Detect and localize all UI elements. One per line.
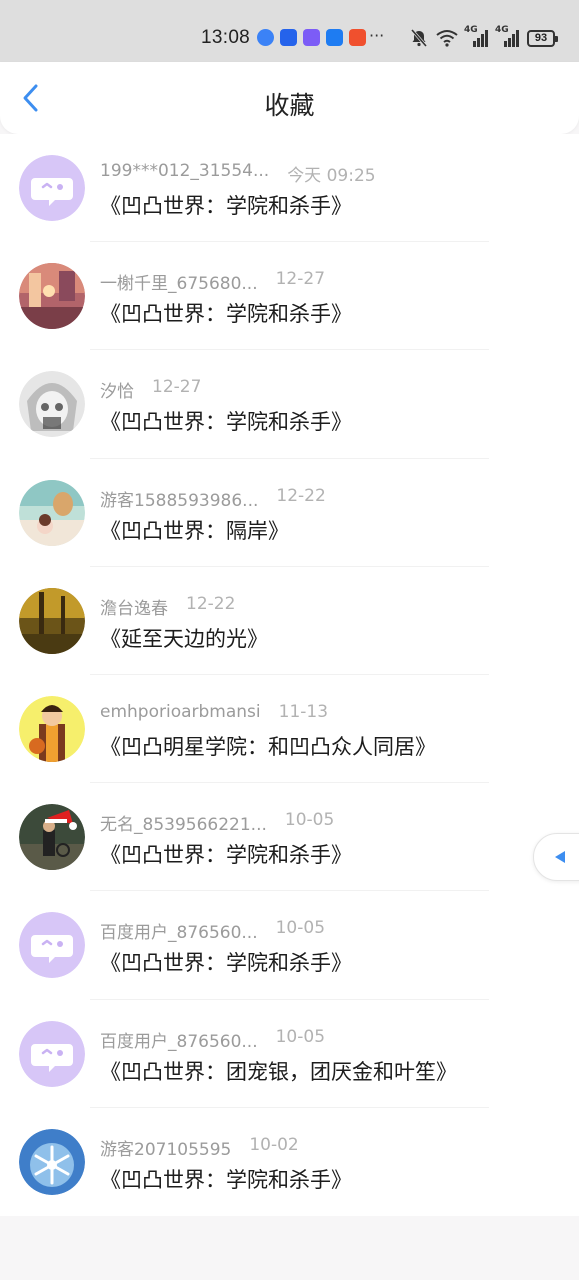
item-meta: 汐恰 12-27 bbox=[100, 377, 201, 402]
item-meta: 百度用户_876560... 10-05 bbox=[100, 918, 325, 943]
book-title: 《凹凸世界：学院和杀手》 bbox=[100, 843, 352, 868]
book-title: 《凹凸世界：团宠银，团厌金和叶笙》 bbox=[100, 1059, 457, 1084]
item-time: 11-13 bbox=[278, 701, 329, 722]
user-avatar bbox=[19, 371, 85, 438]
list-item[interactable]: 澹台逸春 12-22 《延至天边的光》 bbox=[0, 567, 579, 675]
wifi-icon bbox=[436, 30, 458, 47]
book-title: 《凹凸世界：学院和杀手》 bbox=[100, 1167, 352, 1192]
user-name: 汐恰 bbox=[100, 382, 134, 403]
book-title: 《凹凸世界：隔岸》 bbox=[100, 518, 289, 543]
list-item[interactable]: 游客1588593986... 12-22 《凹凸世界：隔岸》 bbox=[0, 459, 579, 567]
system-icons: 4G 4G 93 bbox=[409, 25, 558, 49]
user-name: 游客207105595 bbox=[100, 1139, 232, 1160]
user-name: 一榭千里_675680... bbox=[100, 274, 258, 295]
item-meta: 199***012_31554... 今天 09:25 bbox=[100, 161, 376, 186]
status-bar: 13:08 ··· 4G 4G 93 bbox=[0, 0, 579, 62]
bottom-area bbox=[0, 1216, 579, 1280]
item-meta: 澹台逸春 12-22 bbox=[100, 594, 235, 619]
mute-bell-icon bbox=[410, 29, 428, 47]
status-time: 13:08 bbox=[201, 27, 251, 48]
item-meta: 无名_8539566221... 10-05 bbox=[100, 810, 334, 835]
notification-icons bbox=[257, 29, 366, 46]
network-type-label: 4G bbox=[495, 25, 509, 35]
book-title: 《凹凸明星学院：和凹凸众人同居》 bbox=[100, 734, 436, 759]
item-time: 10-05 bbox=[275, 1026, 326, 1047]
user-name: emhporioarbmansi bbox=[100, 701, 261, 722]
user-name: 199***012_31554... bbox=[100, 161, 270, 181]
user-name: 无名_8539566221... bbox=[100, 815, 267, 836]
book-title: 《延至天边的光》 bbox=[100, 626, 268, 651]
item-time: 今天 09:25 bbox=[287, 166, 376, 186]
user-avatar bbox=[19, 804, 85, 871]
user-name: 游客1588593986... bbox=[100, 490, 259, 511]
user-name: 百度用户_876560... bbox=[100, 1031, 258, 1052]
list-item[interactable]: 百度用户_876560... 10-05 《凹凸世界：学院和杀手》 bbox=[0, 891, 579, 1000]
user-avatar bbox=[19, 1128, 85, 1195]
more-notifications-icon: ··· bbox=[369, 26, 385, 45]
app-notification-icon bbox=[257, 29, 274, 46]
item-meta: 百度用户_876560... 10-05 bbox=[100, 1027, 325, 1052]
book-title: 《凹凸世界：学院和杀手》 bbox=[100, 194, 352, 218]
item-meta: emhporioarbmansi 11-13 bbox=[100, 702, 328, 722]
list-item[interactable]: 199***012_31554... 今天 09:25 《凹凸世界：学院和杀手》 bbox=[0, 134, 579, 243]
battery-icon: 93 bbox=[527, 29, 558, 47]
list-item[interactable]: 无名_8539566221... 10-05 《凹凸世界：学院和杀手》 bbox=[0, 783, 579, 892]
user-name: 澹台逸春 bbox=[100, 598, 168, 619]
item-time: 10-05 bbox=[284, 810, 335, 831]
page-title: 收藏 bbox=[264, 91, 315, 120]
signal-group: 4G bbox=[495, 25, 520, 47]
list-item[interactable]: 百度用户_876560... 10-05 《凹凸世界：团宠银，团厌金和叶笙》 bbox=[0, 1000, 579, 1108]
bubble-face-icon bbox=[19, 1020, 85, 1087]
bubble-face-icon bbox=[19, 912, 85, 979]
book-title: 《凹凸世界：学院和杀手》 bbox=[100, 410, 352, 435]
item-time: 10-05 bbox=[275, 918, 326, 939]
app-notification-icon bbox=[303, 29, 320, 46]
bubble-face-icon bbox=[19, 155, 85, 221]
user-avatar bbox=[19, 263, 85, 330]
user-name: 百度用户_876560... bbox=[100, 923, 258, 944]
user-avatar bbox=[19, 587, 85, 654]
book-title: 《凹凸世界：学院和杀手》 bbox=[100, 302, 352, 327]
app-notification-icon bbox=[349, 29, 366, 46]
item-time: 12-27 bbox=[152, 377, 202, 398]
app-notification-icon bbox=[326, 29, 343, 46]
item-time: 12-22 bbox=[276, 485, 326, 506]
signal-group: 4G bbox=[464, 25, 489, 47]
item-time: 12-27 bbox=[275, 269, 326, 290]
item-meta: 游客207105595 10-02 bbox=[100, 1135, 299, 1160]
list-item[interactable]: emhporioarbmansi 11-13 《凹凸明星学院：和凹凸众人同居》 bbox=[0, 675, 579, 784]
list-item[interactable]: 汐恰 12-27 《凹凸世界：学院和杀手》 bbox=[0, 350, 579, 459]
floating-side-button[interactable] bbox=[533, 833, 579, 881]
favorites-list: 199***012_31554... 今天 09:25 《凹凸世界：学院和杀手》… bbox=[0, 134, 579, 1216]
list-item[interactable]: 一榭千里_675680... 12-27 《凹凸世界：学院和杀手》 bbox=[0, 242, 579, 351]
item-meta: 一榭千里_675680... 12-27 bbox=[100, 269, 325, 294]
caret-left-icon bbox=[555, 851, 565, 863]
app-notification-icon bbox=[280, 29, 297, 46]
item-time: 12-22 bbox=[186, 593, 236, 614]
list-item[interactable]: 游客207105595 10-02 《凹凸世界：学院和杀手》 bbox=[0, 1108, 579, 1216]
item-time: 10-02 bbox=[249, 1134, 299, 1155]
user-avatar bbox=[19, 479, 85, 546]
header: 收藏 bbox=[0, 62, 579, 134]
item-meta: 游客1588593986... 12-22 bbox=[100, 486, 326, 511]
book-title: 《凹凸世界：学院和杀手》 bbox=[100, 951, 352, 976]
user-avatar bbox=[19, 695, 85, 762]
network-type-label: 4G bbox=[464, 25, 478, 35]
